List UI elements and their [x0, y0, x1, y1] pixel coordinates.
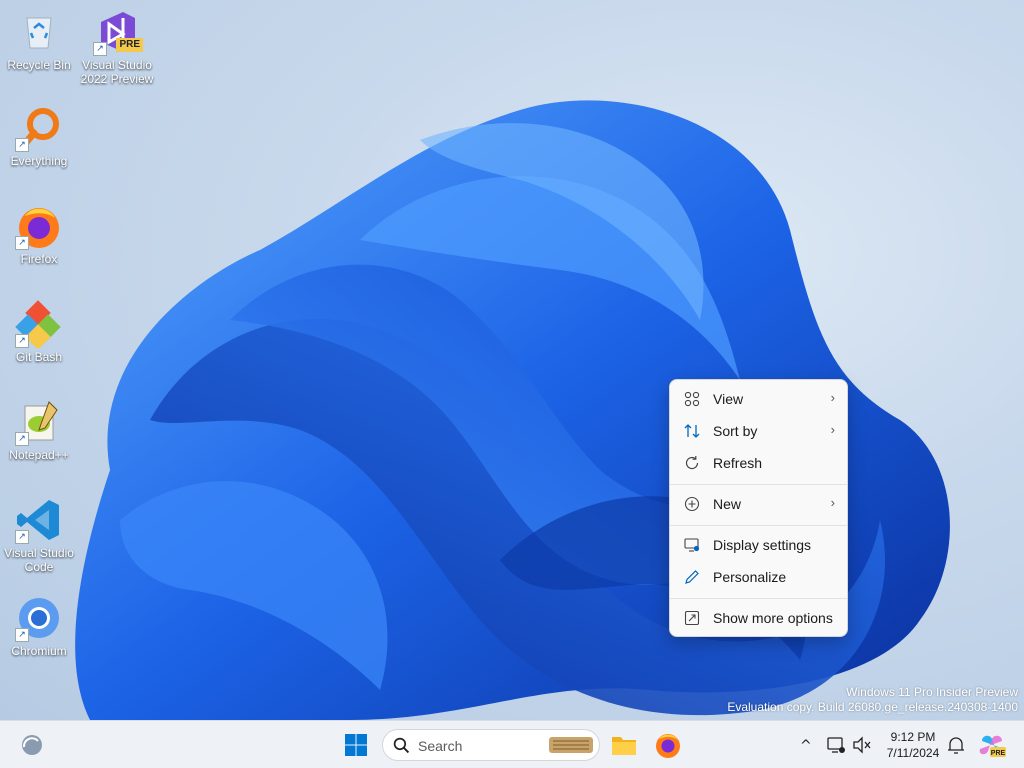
- taskbar-clock[interactable]: 9:12 PM 7/11/2024: [876, 729, 950, 761]
- menu-item-label: Sort by: [713, 423, 758, 439]
- add-circle-icon: [684, 496, 700, 512]
- git-bash-icon: ↗: [15, 300, 63, 350]
- speaker-muted-icon: [853, 736, 871, 754]
- icon-label: Firefox: [20, 252, 58, 266]
- evaluation-watermark: Windows 11 Pro Insider Preview Evaluatio…: [727, 685, 1018, 715]
- expand-icon: [684, 610, 700, 626]
- chevron-up-icon: ^: [800, 738, 812, 754]
- show-hidden-icons-button[interactable]: ^: [790, 729, 820, 761]
- icon-label: Chromium: [11, 644, 67, 658]
- network-button[interactable]: [824, 729, 848, 761]
- menu-item-personalize[interactable]: Personalize: [674, 562, 843, 592]
- recycle-bin-icon: [15, 8, 63, 56]
- chevron-right-icon: ›: [830, 422, 835, 437]
- display-settings-icon: [684, 538, 700, 552]
- sort-icon: [684, 424, 700, 438]
- menu-item-label: Personalize: [713, 569, 787, 585]
- folder-icon: [612, 737, 636, 755]
- notifications-button[interactable]: [944, 729, 968, 761]
- shortcut-arrow-icon: ↗: [15, 138, 29, 152]
- desktop-context-menu: View › Sort by › Refresh New › Display s…: [669, 379, 848, 637]
- shortcut-arrow-icon: ↗: [15, 530, 29, 544]
- menu-item-new[interactable]: New ›: [674, 489, 843, 519]
- chevron-right-icon: ›: [830, 390, 835, 405]
- watermark-line-2: Evaluation copy. Build 26080.ge_release.…: [727, 700, 1018, 714]
- refresh-icon: [685, 456, 699, 470]
- chevron-right-icon: ›: [830, 495, 835, 510]
- taskbar: Search ^ 9:12 PM 7/11/2024 PRE: [0, 720, 1024, 768]
- icon-label: Git Bash: [15, 350, 63, 364]
- volume-button[interactable]: [850, 729, 874, 761]
- menu-separator: [670, 598, 847, 599]
- desktop-icon-chromium[interactable]: ↗ Chromium: [1, 594, 77, 658]
- clock-date: 7/11/2024: [886, 746, 940, 760]
- everything-search-icon: ↗: [15, 104, 63, 152]
- svg-text:PRE: PRE: [991, 750, 1006, 757]
- visual-studio-preview-icon: PRE ↗: [93, 8, 143, 56]
- menu-item-label: View: [713, 391, 744, 407]
- firefox-icon: ↗: [15, 202, 63, 250]
- notepad-plus-plus-icon: ↗: [15, 398, 63, 446]
- search-highlight-icon: [549, 737, 593, 753]
- vscode-icon: ↗: [15, 496, 63, 544]
- menu-item-label: New: [713, 496, 742, 512]
- menu-item-label: Show more options: [713, 610, 833, 626]
- desktop-icon-visual-studio-preview[interactable]: PRE ↗ Visual Studio 2022 Preview: [79, 8, 155, 86]
- wallpaper-bloom: [75, 100, 950, 720]
- weather-icon: [22, 735, 42, 755]
- menu-item-label: Refresh: [713, 455, 763, 471]
- shortcut-arrow-icon: ↗: [15, 236, 29, 250]
- firefox-icon: [656, 734, 680, 758]
- taskbar-file-explorer[interactable]: [608, 729, 640, 761]
- start-button[interactable]: [340, 729, 372, 761]
- desktop-icon-everything[interactable]: ↗ Everything: [1, 104, 77, 168]
- shortcut-arrow-icon: ↗: [15, 334, 29, 348]
- shortcut-arrow-icon: ↗: [93, 42, 107, 56]
- search-icon: [393, 737, 410, 754]
- desktop-icon-notepad-plus-plus[interactable]: ↗ Notepad++: [1, 398, 77, 462]
- network-icon: [827, 737, 845, 753]
- chromium-icon: ↗: [15, 594, 63, 642]
- menu-item-show-more-options[interactable]: Show more options: [674, 603, 843, 633]
- icon-label: Visual Studio Code: [4, 546, 74, 574]
- bell-icon: [948, 737, 964, 754]
- pen-icon: [685, 570, 699, 584]
- menu-item-view[interactable]: View ›: [674, 384, 843, 414]
- icon-label: Visual Studio 2022 Preview: [80, 58, 154, 86]
- taskbar-firefox[interactable]: [652, 729, 684, 761]
- clock-time: 9:12 PM: [890, 730, 936, 744]
- icon-label: Notepad++: [9, 448, 69, 462]
- icon-label: Recycle Bin: [7, 58, 71, 72]
- preview-badge: PRE: [116, 38, 143, 52]
- menu-separator: [670, 484, 847, 485]
- shortcut-arrow-icon: ↗: [15, 628, 29, 642]
- menu-item-refresh[interactable]: Refresh: [674, 448, 843, 478]
- grid-view-icon: [684, 391, 700, 407]
- search-placeholder: Search: [418, 738, 463, 754]
- copilot-button[interactable]: PRE: [976, 729, 1008, 761]
- copilot-icon: PRE: [979, 735, 1006, 757]
- shortcut-arrow-icon: ↗: [15, 432, 29, 446]
- desktop-icon-vscode[interactable]: ↗ Visual Studio Code: [1, 496, 77, 574]
- widgets-button[interactable]: [16, 729, 48, 761]
- desktop-icon-firefox[interactable]: ↗ Firefox: [1, 202, 77, 266]
- menu-item-sort-by[interactable]: Sort by ›: [674, 416, 843, 446]
- windows-logo-icon: [345, 734, 367, 756]
- icon-label: Everything: [10, 154, 68, 168]
- desktop[interactable]: Recycle Bin PRE ↗ Visual Studio 2022 Pre…: [0, 0, 1024, 720]
- menu-item-display-settings[interactable]: Display settings: [674, 530, 843, 560]
- desktop-icon-git-bash[interactable]: ↗ Git Bash: [1, 300, 77, 364]
- menu-item-label: Display settings: [713, 537, 812, 553]
- taskbar-search-box[interactable]: Search: [382, 729, 600, 761]
- watermark-line-1: Windows 11 Pro Insider Preview: [846, 685, 1018, 699]
- desktop-icon-recycle-bin[interactable]: Recycle Bin: [1, 8, 77, 72]
- menu-separator: [670, 525, 847, 526]
